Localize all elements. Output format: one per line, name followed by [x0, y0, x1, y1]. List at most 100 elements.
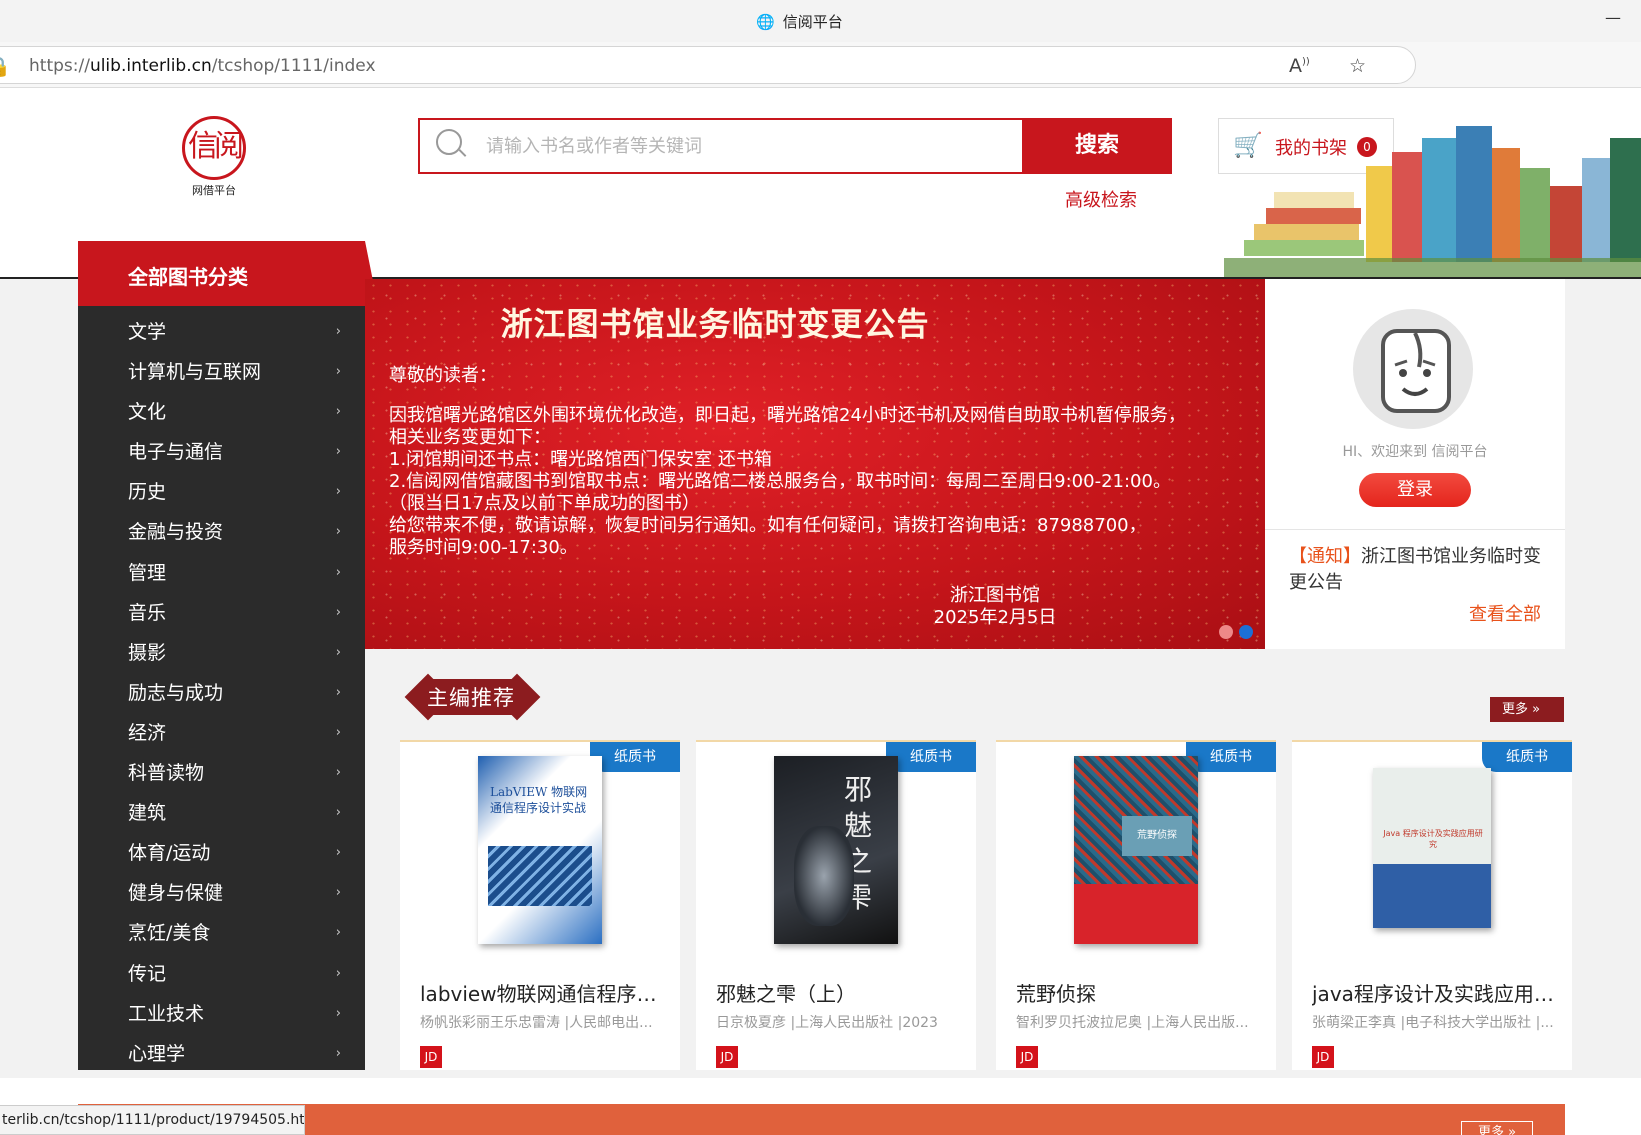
- category-label: 传记: [128, 962, 167, 985]
- sidebar-category-item[interactable]: 烹饪/美食 ›: [78, 913, 365, 953]
- sidebar-category-item[interactable]: 健身与保健 ›: [78, 873, 365, 913]
- banner-body: 因我馆曙光路馆区外围环境优化改造，即日起，曙光路馆24小时还书机及网借自助取书机…: [389, 405, 1229, 559]
- category-label: 音乐: [128, 601, 167, 624]
- globe-icon: 🌐: [756, 12, 775, 31]
- chevron-right-icon: ›: [335, 724, 341, 740]
- sidebar-category-item[interactable]: 励志与成功 ›: [78, 673, 365, 713]
- url-field[interactable]: 🔒 https://ulib.interlib.cn/tcshop/1111/i…: [0, 46, 1416, 84]
- sidebar-category-item[interactable]: 工业技术 ›: [78, 994, 365, 1034]
- category-label: 心理学: [128, 1042, 186, 1065]
- sidebar-category-item[interactable]: 建筑 ›: [78, 793, 365, 833]
- sidebar-category-item[interactable]: 历史 ›: [78, 472, 365, 512]
- book-meta: 日京极夏彦 |上海人民出版社 |2023: [716, 1015, 938, 1031]
- book-cover[interactable]: LabVIEW 物联网通信程序设计实战: [478, 756, 602, 944]
- recommend-more-button[interactable]: 更多 »: [1490, 697, 1564, 722]
- sidebar-category-item[interactable]: 音乐 ›: [78, 593, 365, 633]
- category-label: 历史: [128, 481, 167, 504]
- category-heading: 全部图书分类: [78, 241, 378, 306]
- chevron-right-icon: ›: [335, 765, 341, 781]
- book-card[interactable]: 纸质书 荒野侦探 荒野侦探 智利罗贝托波拉尼奥 |上海人民出版... JD: [996, 740, 1276, 1070]
- book-card-list: 纸质书 LabVIEW 物联网通信程序设计实战 labview物联网通信程序设.…: [400, 740, 1572, 1070]
- search-box: 搜索: [418, 118, 1172, 174]
- book-meta: 智利罗贝托波拉尼奥 |上海人民出版...: [1016, 1015, 1249, 1031]
- view-all-link[interactable]: 查看全部: [1469, 600, 1541, 626]
- sidebar-category-item[interactable]: 文学 ›: [78, 312, 365, 352]
- jd-icon: JD: [1312, 1046, 1334, 1068]
- advanced-search-link[interactable]: 高级检索: [1065, 186, 1137, 212]
- favorite-star-icon[interactable]: ☆: [1349, 55, 1366, 77]
- tab-title: 🌐 信阅平台: [756, 11, 843, 32]
- book-cover[interactable]: 邪魅之雫: [774, 756, 898, 944]
- book-meta: 杨帆张彩丽王乐忠雷涛 |人民邮电出...: [420, 1015, 653, 1031]
- sidebar-category-item[interactable]: 经济 ›: [78, 713, 365, 753]
- pager-dot-active[interactable]: [1239, 625, 1253, 639]
- page-body: 信阅 网借平台 搜索 高级检索 🛒 我的书架 0: [0, 88, 1641, 1135]
- paper-book-badge: 纸质书: [1482, 742, 1572, 772]
- sidebar-category-item[interactable]: 心理学 ›: [78, 1034, 365, 1074]
- chevron-right-icon: ›: [335, 524, 341, 540]
- search-button[interactable]: 搜索: [1022, 118, 1172, 174]
- sidebar-category-item[interactable]: 传记 ›: [78, 954, 365, 994]
- sidebar-category-item[interactable]: 科普读物 ›: [78, 753, 365, 793]
- sidebar-category-item[interactable]: 计算机与互联网 ›: [78, 352, 365, 392]
- next-section-more-button[interactable]: 更多 »: [1461, 1121, 1533, 1135]
- chevron-right-icon: ›: [335, 1005, 341, 1021]
- book-card[interactable]: 纸质书 邪魅之雫 邪魅之雫（上） 日京极夏彦 |上海人民出版社 |2023 JD: [696, 740, 976, 1070]
- book-card[interactable]: 纸质书 LabVIEW 物联网通信程序设计实战 labview物联网通信程序设.…: [400, 740, 680, 1070]
- category-label: 计算机与互联网: [128, 361, 262, 384]
- pager-dot[interactable]: [1219, 625, 1233, 639]
- paper-book-badge: 纸质书: [886, 742, 976, 772]
- avatar: [1353, 309, 1473, 429]
- book-cover[interactable]: 荒野侦探: [1074, 756, 1198, 944]
- sidebar-category-item[interactable]: 金融与投资 ›: [78, 512, 365, 552]
- jd-icon: JD: [716, 1046, 738, 1068]
- lock-icon[interactable]: 🔒: [0, 55, 11, 78]
- notice-link[interactable]: 【通知】浙江图书馆业务临时变更公告: [1289, 544, 1541, 596]
- chevron-right-icon: ›: [335, 324, 341, 339]
- book-title[interactable]: 荒野侦探: [1016, 978, 1271, 1007]
- recommend-heading-text: 主编推荐: [427, 686, 515, 710]
- announcement-banner[interactable]: 浙江图书馆业务临时变更公告 尊敬的读者： 因我馆曙光路馆区外围环境优化改造，即日…: [365, 279, 1265, 649]
- sidebar-category-item[interactable]: 文化 ›: [78, 392, 365, 432]
- book-card[interactable]: 纸质书 Java 程序设计及实践应用研究 java程序设计及实践应用研... 张…: [1292, 740, 1572, 1070]
- chevron-right-icon: ›: [335, 885, 341, 901]
- book-cover[interactable]: Java 程序设计及实践应用研究: [1373, 768, 1491, 928]
- sidebar-category-item[interactable]: 电子与通信 ›: [78, 432, 365, 472]
- browser-titlebar: 🌐 信阅平台 —: [0, 0, 1641, 42]
- category-label: 建筑: [128, 802, 167, 825]
- banner-line: 服务时间9:00-17:30。: [389, 537, 578, 558]
- recommend-heading: 主编推荐: [404, 673, 541, 721]
- category-label: 工业技术: [128, 1002, 205, 1025]
- book-title[interactable]: labview物联网通信程序设...: [420, 978, 675, 1007]
- sidebar-category-item[interactable]: 管理 ›: [78, 553, 365, 593]
- jd-icon: JD: [420, 1046, 442, 1068]
- site-logo[interactable]: 信阅 网借平台: [180, 116, 248, 198]
- banner-line: 2.信阅网借馆藏图书到馆取书点：曙光路馆二楼总服务台，取书时间：每周二至周日9:…: [389, 471, 1171, 492]
- cover-title: Java 程序设计及实践应用研究: [1383, 829, 1483, 849]
- search-icon: [436, 129, 462, 155]
- chevron-right-icon: ›: [335, 644, 341, 660]
- category-heading-text: 全部图书分类: [128, 265, 248, 289]
- chevron-right-icon: ›: [335, 604, 341, 620]
- book-title[interactable]: java程序设计及实践应用研...: [1312, 978, 1567, 1007]
- sidebar-category-item[interactable]: 摄影 ›: [78, 633, 365, 673]
- url-text[interactable]: https://ulib.interlib.cn/tcshop/1111/ind…: [29, 56, 376, 76]
- login-button[interactable]: 登录: [1359, 473, 1471, 507]
- paper-book-badge: 纸质书: [590, 742, 680, 772]
- logo-seal: 信阅: [182, 116, 246, 180]
- book-title[interactable]: 邪魅之雫（上）: [716, 978, 971, 1007]
- banner-line: （限当日17点及以前下单成功的图书）: [389, 493, 700, 514]
- search-input[interactable]: [486, 132, 1006, 160]
- welcome-text: HI、欢迎来到 信阅平台: [1342, 444, 1488, 460]
- notice-tag: 【通知】: [1289, 546, 1361, 567]
- chevron-right-icon: ›: [335, 484, 341, 500]
- jd-icon: JD: [1016, 1046, 1038, 1068]
- minimize-icon[interactable]: —: [1605, 8, 1621, 27]
- category-label: 金融与投资: [128, 521, 224, 544]
- chevron-right-icon: ›: [335, 845, 341, 861]
- banner-title: 浙江图书馆业务临时变更公告: [500, 305, 930, 343]
- sidebar-category-item[interactable]: 体育/运动 ›: [78, 833, 365, 873]
- cover-title: 荒野侦探: [1122, 816, 1192, 856]
- read-aloud-icon[interactable]: A)): [1289, 55, 1310, 77]
- user-panel: HI、欢迎来到 信阅平台 登录 【通知】浙江图书馆业务临时变更公告 查看全部: [1265, 279, 1565, 649]
